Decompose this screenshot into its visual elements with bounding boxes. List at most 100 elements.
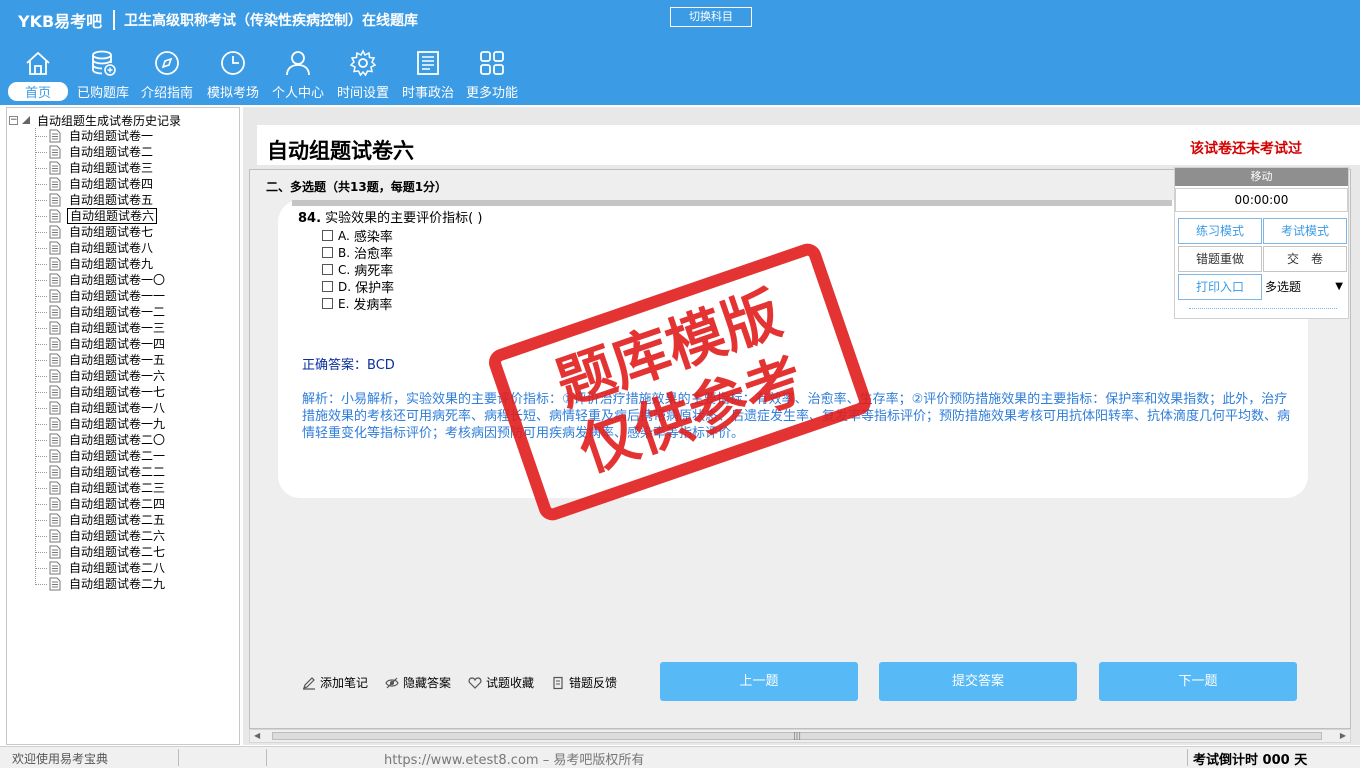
tree-item[interactable]: 自动组题试卷一三	[35, 320, 167, 336]
tree-item[interactable]: 自动组题试卷二二	[35, 464, 167, 480]
nav-profile[interactable]: 个人中心	[268, 48, 328, 104]
feedback-icon	[553, 676, 563, 689]
option-letter: E.	[338, 296, 350, 311]
tree-item-label: 自动组题试卷一	[69, 129, 154, 143]
tree-item[interactable]: 自动组题试卷五	[35, 192, 155, 208]
tree-connector	[35, 455, 47, 457]
tree-item[interactable]: 自动组题试卷二三	[35, 480, 167, 496]
nav-time-settings[interactable]: 时间设置	[333, 48, 393, 104]
next-question-button[interactable]: 下一题	[1099, 662, 1297, 701]
panel-scrollbar[interactable]	[1189, 308, 1337, 312]
tree-connector	[35, 295, 47, 297]
tree-item[interactable]: 自动组题试卷二五	[35, 512, 167, 528]
scroll-thumb[interactable]: |||	[272, 732, 1322, 740]
question-tools: 添加笔记 隐藏答案 试题收藏 错题反馈	[302, 674, 634, 691]
tree-connector	[35, 151, 47, 153]
option-b-checkbox[interactable]	[322, 247, 333, 258]
exam-countdown: 考试倒计时 000 天	[1193, 753, 1308, 768]
document-icon	[49, 465, 61, 479]
tree-connector	[35, 135, 47, 137]
nav-current-affairs[interactable]: 时事政治	[398, 48, 458, 104]
add-note-button[interactable]: 添加笔记	[302, 674, 368, 691]
question-divider	[292, 200, 1172, 206]
tree-root-label: 自动组题生成试卷历史记录	[37, 113, 182, 128]
tree-item[interactable]: 自动组题试卷九	[35, 256, 155, 272]
tree-item[interactable]: 自动组题试卷二六	[35, 528, 167, 544]
tree-collapse-toggle[interactable]: −	[9, 115, 18, 125]
tree-item[interactable]: 自动组题试卷二七	[35, 544, 167, 560]
document-icon	[49, 241, 61, 255]
tree-item[interactable]: 自动组题试卷一六	[35, 368, 167, 384]
tree-item[interactable]: 自动组题试卷八	[35, 240, 155, 256]
tree-item[interactable]: 自动组题试卷一	[35, 128, 155, 144]
option-e[interactable]: E. 发病率	[322, 294, 392, 313]
tree-item[interactable]: 自动组题试卷一二	[35, 304, 167, 320]
nav-home[interactable]: 首页	[8, 48, 68, 104]
tree-item-label: 自动组题试卷二一	[69, 449, 166, 463]
option-a-checkbox[interactable]	[322, 230, 333, 241]
submit-answer-button[interactable]: 提交答案	[879, 662, 1077, 701]
option-e-checkbox[interactable]	[322, 298, 333, 309]
switch-subject-button[interactable]: 切换科目	[670, 7, 752, 27]
prev-question-button[interactable]: 上一题	[660, 662, 858, 701]
favorite-button[interactable]: 试题收藏	[468, 674, 534, 691]
tree-connector	[35, 375, 47, 377]
option-c-checkbox[interactable]	[322, 264, 333, 275]
tree-connector	[35, 359, 47, 361]
tree-item[interactable]: 自动组题试卷一四	[35, 336, 167, 352]
nav-mock-exam[interactable]: 模拟考场	[203, 48, 263, 104]
tree-connector	[35, 183, 47, 185]
tree-item[interactable]: 自动组题试卷一八	[35, 400, 167, 416]
hand-in-button[interactable]: 交 卷	[1263, 246, 1347, 272]
tree-item[interactable]: 自动组题试卷二四	[35, 496, 167, 512]
nav-guide-label: 介绍指南	[140, 86, 193, 101]
exam-mode-button[interactable]: 考试模式	[1263, 218, 1347, 244]
tree-item[interactable]: 自动组题试卷二八	[35, 560, 167, 576]
tree-item-label: 自动组题试卷二五	[69, 513, 166, 527]
question-type-select[interactable]: 多选题 ▼	[1263, 274, 1347, 300]
question-number: 84.	[298, 211, 322, 226]
tree-item[interactable]: 自动组题试卷一七	[35, 384, 167, 400]
tree-item[interactable]: 自动组题试卷二九	[35, 576, 167, 592]
tree-connector	[35, 519, 47, 521]
nav-more[interactable]: 更多功能	[462, 48, 522, 104]
tree-item[interactable]: 自动组题试卷三	[35, 160, 155, 176]
tree-item[interactable]: 自动组题试卷七	[35, 224, 155, 240]
paper-history-tree: − 自动组题生成试卷历史记录 自动组题试卷一 自动组题试卷二 自动组题试卷三 自动组题…	[6, 107, 240, 745]
document-icon	[49, 561, 61, 575]
tree-item[interactable]: 自动组题试卷四	[35, 176, 155, 192]
hide-answer-button[interactable]: 隐藏答案	[385, 674, 451, 691]
tree-item[interactable]: 自动组题试卷六	[35, 208, 158, 224]
tree-item[interactable]: 自动组题试卷二	[35, 144, 155, 160]
document-icon	[49, 481, 61, 495]
tree-item[interactable]: 自动组题试卷一九	[35, 416, 167, 432]
document-icon	[49, 129, 61, 143]
horizontal-scrollbar[interactable]: ◀ ||| ▶	[249, 729, 1351, 743]
nav-purchased-label: 已购题库	[76, 86, 129, 101]
nav-purchased[interactable]: 已购题库	[72, 48, 134, 104]
document-icon	[49, 449, 61, 463]
option-d-checkbox[interactable]	[322, 281, 333, 292]
tree-root[interactable]: − 自动组题生成试卷历史记录	[9, 112, 181, 128]
redo-wrong-button[interactable]: 错题重做	[1178, 246, 1262, 272]
print-entry-button[interactable]: 打印入口	[1178, 274, 1262, 300]
scroll-right-icon[interactable]: ▶	[1340, 730, 1346, 742]
error-feedback-button[interactable]: 错题反馈	[551, 674, 617, 691]
tree-connector	[35, 247, 47, 249]
tree-item-label: 自动组题试卷一四	[69, 337, 166, 351]
practice-mode-button[interactable]: 练习模式	[1178, 218, 1262, 244]
nav-guide[interactable]: 介绍指南	[137, 48, 197, 104]
status-divider	[178, 749, 179, 766]
tree-item[interactable]: 自动组题试卷一一	[35, 288, 167, 304]
tree-item-label: 自动组题试卷二三	[69, 481, 166, 495]
tree-connector	[35, 199, 47, 201]
scroll-left-icon[interactable]: ◀	[254, 730, 260, 742]
panel-move-handle[interactable]: 移动	[1175, 168, 1348, 186]
tree-item[interactable]: 自动组题试卷一〇	[35, 272, 167, 288]
tree-item[interactable]: 自动组题试卷一五	[35, 352, 167, 368]
gear-icon	[349, 49, 377, 77]
tree-item[interactable]: 自动组题试卷二〇	[35, 432, 167, 448]
tree-item-label: 自动组题试卷一八	[69, 401, 166, 415]
tree-item-label: 自动组题试卷二二	[69, 465, 166, 479]
tree-item[interactable]: 自动组题试卷二一	[35, 448, 167, 464]
